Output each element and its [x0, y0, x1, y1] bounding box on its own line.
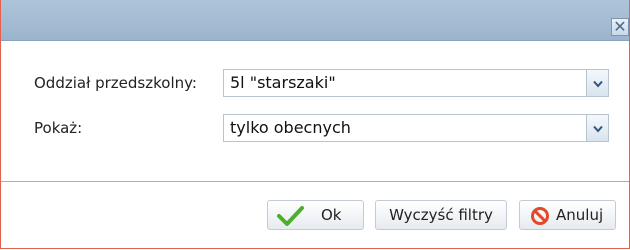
cancel-button[interactable]: Anuluj [519, 200, 616, 230]
group-row: Oddział przedszkolny: 5l "starszaki" [1, 69, 629, 97]
footer-divider [1, 181, 629, 182]
ok-button[interactable]: Ok [267, 200, 364, 230]
group-select-value: 5l "starszaki" [230, 73, 336, 92]
show-label: Pokaż: [34, 119, 83, 137]
group-label: Oddział przedszkolny: [34, 74, 197, 92]
dialog-titlebar: ✕ [1, 0, 629, 41]
no-entry-icon [530, 206, 550, 230]
filter-dialog: ✕ Oddział przedszkolny: 5l "starszaki" P… [0, 0, 630, 249]
clear-filters-label: Wyczyść filtry [389, 206, 493, 224]
chevron-down-icon[interactable] [586, 115, 608, 141]
show-select[interactable]: tylko obecnych [223, 114, 609, 142]
show-row: Pokaż: tylko obecnych [1, 114, 629, 142]
group-select[interactable]: 5l "starszaki" [223, 69, 609, 97]
show-select-value: tylko obecnych [230, 118, 351, 137]
cancel-button-label: Anuluj [556, 206, 604, 224]
chevron-down-icon[interactable] [586, 70, 608, 96]
checkmark-icon [276, 205, 304, 231]
close-icon[interactable]: ✕ [611, 18, 629, 36]
clear-filters-button[interactable]: Wyczyść filtry [375, 200, 507, 230]
ok-button-label: Ok [321, 206, 342, 224]
